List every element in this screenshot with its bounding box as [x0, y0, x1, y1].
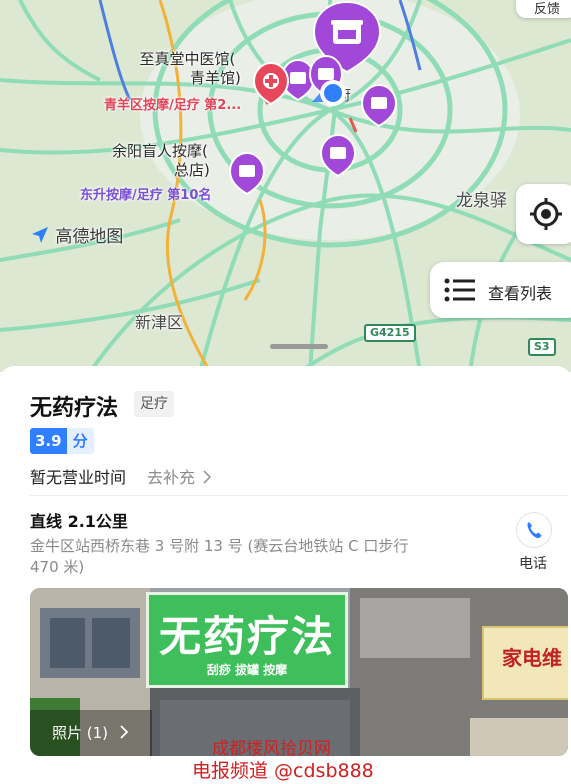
- amap-logo: 高德地图: [30, 222, 123, 247]
- distance-text: 直线 2.1公里: [30, 512, 128, 531]
- rating-unit: 分: [66, 428, 94, 454]
- photo-sign: 无药疗法 刮痧 拔罐 按摩: [146, 592, 348, 688]
- photo-sign-secondary: 家电维: [482, 626, 568, 700]
- phone-icon: [527, 522, 542, 539]
- phone-button[interactable]: [516, 512, 552, 548]
- shop-pin[interactable]: [319, 133, 357, 178]
- shop-pin[interactable]: [228, 151, 266, 196]
- crosshair-icon: [530, 198, 562, 230]
- watermark-line2: 电报频道 @cdsb888: [192, 760, 374, 782]
- add-hours-link[interactable]: 去补充: [147, 464, 212, 488]
- view-list-button[interactable]: 查看列表: [430, 262, 571, 318]
- sheet-drag-handle[interactable]: [270, 344, 328, 349]
- rating-badge[interactable]: 3.9 分: [30, 428, 94, 454]
- shop-pin[interactable]: [360, 83, 398, 128]
- business-hours: 暂无营业时间: [30, 468, 127, 487]
- locate-me-button[interactable]: [516, 184, 571, 244]
- view-list-label: 查看列表: [488, 284, 553, 303]
- photos-count-link[interactable]: 照片 (1): [52, 722, 129, 743]
- chevron-right-icon: [120, 725, 129, 739]
- map-view[interactable]: 反馈 至真堂中医馆( 青羊馆) 青羊区按摩/足疗 第2... 余阳盲人按摩( 总…: [0, 0, 571, 372]
- chevron-right-icon: [203, 470, 212, 484]
- clinic-pin[interactable]: [252, 61, 290, 106]
- amap-arrow-icon: [32, 227, 48, 243]
- address-text[interactable]: 金牛区站西桥东巷 3 号附 13 号 (赛云台地铁站 C 口步行 470 米): [30, 536, 430, 578]
- phone-label: 电话: [519, 556, 547, 572]
- rating-value: 3.9: [30, 428, 67, 454]
- divider: [30, 495, 568, 496]
- storefront-photo[interactable]: 无药疗法 刮痧 拔罐 按摩 家电维 照片 (1): [30, 588, 568, 756]
- list-icon: [444, 278, 475, 302]
- place-title: 无药疗法: [30, 396, 119, 421]
- place-detail-sheet: 无药疗法 足疗 3.9 分 暂无营业时间 去补充 直线 2.1公里 金牛区站西桥…: [0, 366, 571, 784]
- category-badge: 足疗: [134, 391, 174, 417]
